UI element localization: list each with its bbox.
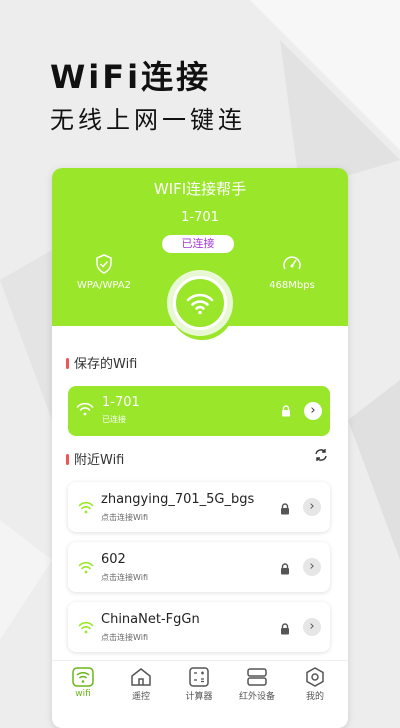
network-hint: 点击连接Wifi bbox=[101, 513, 148, 522]
network-name: zhangying_701_5G_bgs bbox=[101, 492, 255, 507]
calculator-icon bbox=[189, 667, 209, 687]
chevron-right-icon[interactable]: › bbox=[303, 618, 321, 636]
nearby-network-card[interactable]: zhangying_701_5G_bgs 点击连接Wifi › bbox=[68, 482, 330, 532]
wifi-icon bbox=[78, 501, 94, 514]
lock-icon bbox=[281, 503, 289, 515]
saved-wifi-heading: 保存的Wifi bbox=[66, 353, 137, 372]
chevron-right-icon[interactable]: › bbox=[303, 498, 321, 516]
chevron-right-icon[interactable]: › bbox=[303, 558, 321, 576]
bottom-tab-bar: wifi 遥控 计算器 红外设备 我的 bbox=[52, 660, 348, 711]
wifi-icon bbox=[78, 561, 94, 574]
saved-network-status: 已连接 bbox=[102, 415, 126, 424]
lock-icon bbox=[281, 623, 289, 635]
tab-infrared-devices[interactable]: 红外设备 bbox=[228, 665, 286, 702]
wifi-icon bbox=[78, 621, 94, 634]
wifi-icon bbox=[76, 402, 94, 416]
tab-remote[interactable]: 遥控 bbox=[112, 665, 170, 702]
tab-calculator[interactable]: 计算器 bbox=[170, 665, 228, 702]
infrared-device-icon bbox=[247, 668, 267, 686]
security-label: WPA/WPA2 bbox=[77, 280, 131, 291]
security-info: WPA/WPA2 bbox=[64, 254, 144, 291]
profile-hexagon-icon bbox=[306, 667, 324, 687]
speedometer-icon bbox=[283, 256, 301, 270]
wifi-icon bbox=[72, 667, 94, 687]
chevron-right-icon[interactable]: › bbox=[304, 402, 322, 420]
network-name: ChinaNet-FgGn bbox=[101, 612, 200, 627]
saved-network-card[interactable]: 1-701 已连接 › bbox=[68, 386, 330, 436]
network-name: 602 bbox=[101, 552, 126, 567]
current-ssid: 1-701 bbox=[181, 210, 219, 225]
lock-icon bbox=[282, 405, 290, 417]
nearby-network-card[interactable]: ChinaNet-FgGn 点击连接Wifi › bbox=[68, 602, 330, 652]
network-hint: 点击连接Wifi bbox=[101, 573, 148, 582]
nearby-network-card[interactable]: 602 点击连接Wifi › bbox=[68, 542, 330, 592]
saved-network-name: 1-701 bbox=[102, 395, 140, 410]
wifi-icon bbox=[186, 293, 214, 315]
speed-label: 468Mbps bbox=[269, 280, 315, 291]
tab-wifi[interactable]: wifi bbox=[54, 665, 112, 699]
tab-profile[interactable]: 我的 bbox=[286, 665, 344, 702]
shield-check-icon bbox=[96, 254, 112, 274]
promo-subtitle: 无线上网一键连 bbox=[50, 106, 246, 134]
home-icon bbox=[131, 668, 151, 686]
promo-title: WiFi连接 bbox=[50, 58, 212, 96]
connection-status-badge: 已连接 bbox=[162, 235, 234, 253]
speed-info: 468Mbps bbox=[252, 254, 332, 291]
refresh-icon[interactable] bbox=[314, 448, 328, 462]
phone-screen: WIFI连接帮手 1-701 已连接 WPA/WPA2 468Mbps 保存的W… bbox=[52, 168, 348, 728]
network-hint: 点击连接Wifi bbox=[101, 633, 148, 642]
lock-icon bbox=[281, 563, 289, 575]
app-title: WIFI连接帮手 bbox=[153, 180, 247, 198]
connect-button[interactable] bbox=[167, 270, 233, 336]
nearby-wifi-heading: 附近Wifi bbox=[66, 449, 124, 468]
